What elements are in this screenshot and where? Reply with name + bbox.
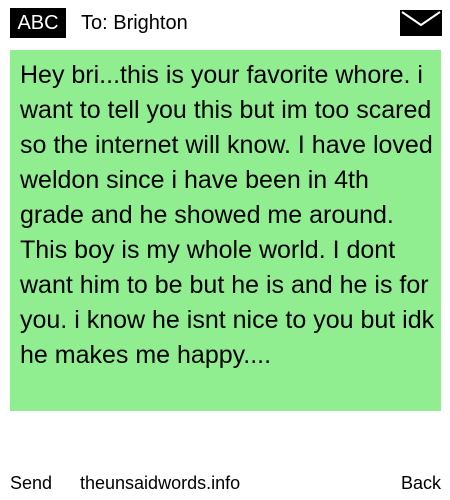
site-link[interactable]: theunsaidwords.info	[80, 470, 240, 496]
back-button[interactable]: Back	[401, 470, 441, 496]
send-button[interactable]: Send	[10, 470, 52, 496]
envelope-icon[interactable]	[400, 10, 442, 36]
abc-badge: ABC	[10, 8, 66, 38]
message-box: Hey bri...this is your favorite whore. i…	[10, 50, 441, 411]
message-text: Hey bri...this is your favorite whore. i…	[20, 61, 435, 369]
recipient-label: To: Brighton	[81, 12, 188, 34]
